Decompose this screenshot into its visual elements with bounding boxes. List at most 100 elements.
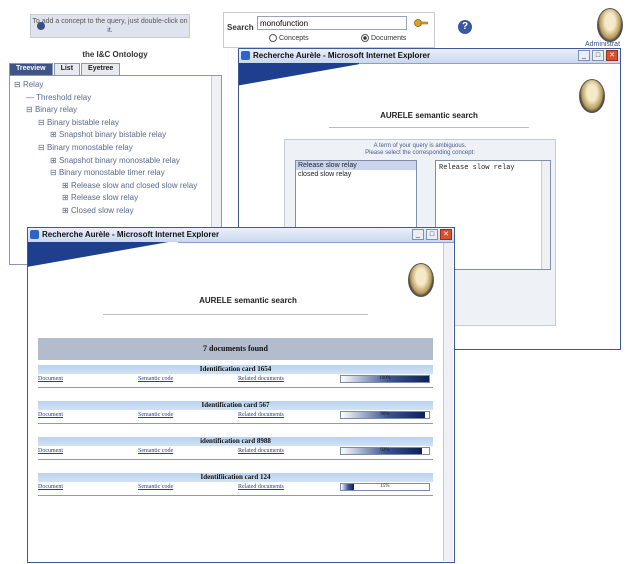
results-count: 7 documents found [38, 338, 433, 360]
window-title: Recherche Aurèle - Microsoft Internet Ex… [42, 230, 220, 239]
results-scrollbar[interactable] [443, 243, 453, 561]
header-swoosh [239, 63, 359, 91]
hint-box: To add a concept to the query, just doub… [30, 14, 190, 38]
semantic-code-link[interactable]: Semantic code [138, 376, 173, 382]
relevance-bar: 100% [340, 375, 430, 383]
concept-detail-text: Release slow relay [439, 164, 515, 172]
tree-item[interactable]: — Threshold relay [26, 93, 91, 102]
search-input[interactable] [257, 16, 407, 30]
tree-item[interactable]: ⊟ Binary monostable timer relay [50, 168, 165, 177]
radio-dot-documents [361, 34, 369, 42]
close-button[interactable]: ✕ [606, 50, 618, 61]
tree-item-label: Relay [22, 80, 44, 89]
tree-item[interactable]: ⊞ Snapshot binary monostable relay [50, 156, 180, 165]
tree-item[interactable]: ⊞ Snapshot binary bistable relay [50, 130, 166, 139]
result-card: Identification card 1654 Document Semantic… [38, 365, 433, 390]
window-title: Recherche Aurèle - Microsoft Internet Ex… [253, 51, 431, 60]
page-title: AURELE semantic search [380, 111, 478, 120]
ie-icon [30, 230, 39, 239]
related-documents-link[interactable]: Related documents [238, 376, 284, 382]
tree-item-label: Snapshot binary bistable relay [58, 130, 167, 140]
tree-item-label: Threshold relay [36, 92, 92, 102]
card-divider [38, 387, 433, 388]
expand-icon[interactable]: ⊞ [62, 206, 71, 215]
tab-treeview[interactable]: Treeview [9, 63, 53, 75]
header-swoosh [28, 242, 178, 270]
relevance-score: 92% [380, 448, 390, 453]
divider [329, 127, 529, 128]
tree-item[interactable]: ⊞ Release slow relay [62, 193, 138, 202]
relevance-bar: 96% [340, 411, 430, 419]
minimize-button[interactable]: _ [412, 229, 424, 240]
radio-documents[interactable]: Documents [361, 34, 406, 42]
aurele-logo [579, 79, 605, 113]
result-card: Identification card 567 Document Semantic … [38, 401, 433, 426]
maximize-button[interactable]: □ [426, 229, 438, 240]
search-panel: Search Concepts Documents [223, 12, 435, 48]
related-documents-link[interactable]: Related documents [238, 484, 284, 490]
maximize-button[interactable]: □ [592, 50, 604, 61]
search-label: Search [227, 23, 254, 32]
tree-item[interactable]: ⊞ Release slow and closed slow relay [62, 181, 197, 190]
tree-line-icon: — [26, 92, 37, 102]
collapse-icon[interactable]: ⊟ [38, 143, 47, 152]
ontology-title: the I&C Ontology [82, 50, 148, 59]
tree-item-label: Binary relay [34, 105, 78, 115]
tab-list[interactable]: List [53, 63, 81, 75]
tab-eyetree[interactable]: Eyetree [81, 63, 121, 75]
minimize-button[interactable]: _ [578, 50, 590, 61]
radio-concepts-label: Concepts [279, 34, 309, 42]
collapse-icon[interactable]: ⊟ [26, 105, 35, 114]
card-title: identification card 8988 [38, 437, 433, 446]
card-divider [38, 423, 433, 424]
related-documents-link[interactable]: Related documents [238, 448, 284, 454]
divider [103, 314, 368, 315]
tree-item-label: Release slow relay [70, 193, 139, 203]
titlebar: Recherche Aurèle - Microsoft Internet Ex… [28, 228, 454, 243]
ie-icon [241, 51, 250, 60]
semantic-code-link[interactable]: Semantic code [138, 448, 173, 454]
search-key-icon[interactable] [414, 17, 428, 29]
close-button[interactable]: ✕ [440, 229, 452, 240]
relevance-score: 100% [379, 376, 391, 381]
detail-scrollbar[interactable] [541, 161, 550, 269]
ambiguity-message-1: A term of your query is ambiguous. [373, 143, 467, 149]
collapse-icon[interactable]: ⊟ [38, 118, 47, 127]
document-link[interactable]: Document [38, 448, 63, 454]
hint-text: To add a concept to the query, just doub… [32, 18, 188, 34]
expand-icon[interactable]: ⊞ [62, 181, 71, 190]
expand-icon[interactable]: ⊞ [62, 193, 71, 202]
relevance-bar: 15% [340, 483, 430, 491]
tree-item[interactable]: ⊟ Binary monostable relay [38, 143, 133, 152]
aurele-logo [408, 263, 434, 297]
ambiguity-message-2: Please select the corresponding concept: [365, 150, 475, 156]
tree-item[interactable]: ⊟ Relay [14, 80, 43, 89]
document-link[interactable]: Document [38, 376, 63, 382]
radio-concepts[interactable]: Concepts [269, 34, 309, 42]
avatar[interactable] [597, 8, 623, 42]
radio-documents-label: Documents [371, 34, 407, 42]
collapse-icon[interactable]: ⊟ [14, 80, 23, 89]
tree-item-label: Snapshot binary monostable relay [58, 155, 180, 165]
relevance-score: 96% [380, 412, 390, 417]
titlebar: Recherche Aurèle - Microsoft Internet Ex… [239, 49, 620, 64]
list-item[interactable]: closed slow relay [296, 170, 416, 179]
tree-item[interactable]: ⊞ Closed slow relay [62, 206, 134, 215]
help-icon[interactable]: ? [458, 20, 472, 34]
result-card: Identifiication card 124 Document Semantic… [38, 473, 433, 498]
related-documents-link[interactable]: Related documents [238, 412, 284, 418]
document-link[interactable]: Document [38, 412, 63, 418]
semantic-code-link[interactable]: Semantic code [138, 412, 173, 418]
card-title: Identification card 1654 [38, 365, 433, 374]
document-link[interactable]: Document [38, 484, 63, 490]
tree-item[interactable]: ⊟ Binary relay [26, 105, 77, 114]
collapse-icon[interactable]: ⊟ [50, 168, 59, 177]
tree-item[interactable]: ⊟ Binary bistable relay [38, 118, 119, 127]
card-title: Identification card 567 [38, 401, 433, 410]
card-title: Identifiication card 124 [38, 473, 433, 482]
expand-icon[interactable]: ⊞ [50, 130, 59, 139]
expand-icon[interactable]: ⊞ [50, 156, 59, 165]
admin-label[interactable]: Administrat [585, 41, 620, 48]
semantic-code-link[interactable]: Semantic code [138, 484, 173, 490]
list-item[interactable]: Release slow relay [296, 161, 416, 170]
